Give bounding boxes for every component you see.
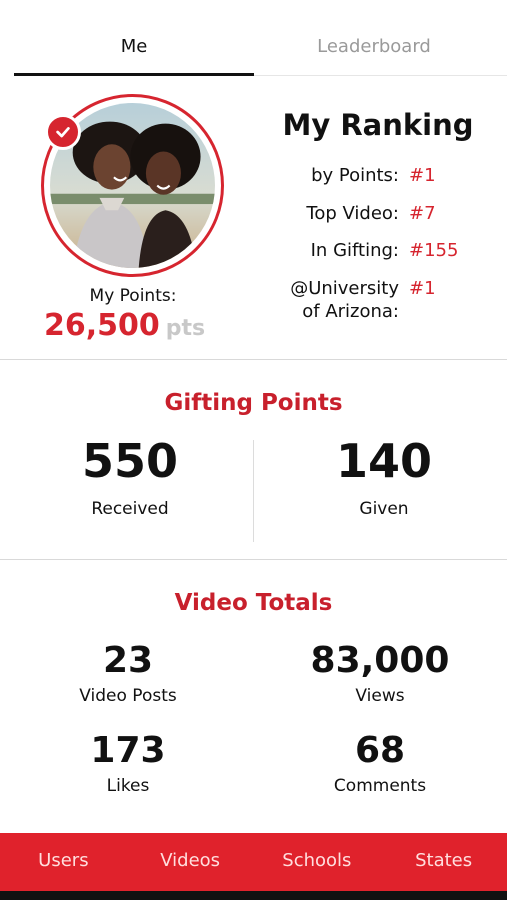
rank-label: by Points:: [311, 165, 399, 186]
points-number: 26,500: [44, 308, 160, 343]
rank-value: #1: [409, 278, 436, 299]
rank-row-university: @University of Arizona: #1: [250, 277, 500, 323]
points-unit: pts: [165, 316, 206, 341]
rank-label: @University of Arizona:: [250, 277, 399, 323]
likes-label: Likes: [106, 776, 150, 796]
my-points-value: 26,500 pts: [44, 308, 205, 343]
gifting-title: Gifting Points: [164, 390, 343, 416]
rank-label-line1: @University: [290, 278, 399, 299]
system-bottom-bar: [0, 891, 507, 900]
rank-label: Top Video:: [306, 203, 399, 224]
rank-value: #1: [409, 165, 436, 186]
given-value: 140: [335, 434, 433, 488]
tab-me[interactable]: Me: [14, 18, 254, 76]
ranking-title: My Ranking: [282, 108, 474, 142]
received-label: Received: [91, 499, 169, 519]
views-label: Views: [355, 686, 405, 706]
my-points-label: My Points:: [89, 286, 177, 306]
video-posts-label: Video Posts: [79, 686, 177, 706]
rank-value: #155: [409, 240, 459, 261]
bottom-nav: Users Videos Schools States: [0, 833, 507, 891]
verified-check-icon: [45, 114, 81, 150]
video-totals-section: Video Totals 23 Video Posts 83,000 Views…: [0, 560, 507, 832]
rank-value: #7: [409, 203, 436, 224]
rank-label: In Gifting:: [310, 240, 399, 261]
views-value: 83,000: [310, 640, 450, 681]
rank-label-line2: of Arizona:: [302, 301, 399, 322]
video-posts-value: 23: [102, 640, 154, 681]
video-totals-title: Video Totals: [174, 590, 333, 616]
comments-value: 68: [354, 730, 406, 771]
rank-row-gifting: In Gifting: #155: [250, 239, 500, 262]
rank-row-top-video: Top Video: #7: [250, 202, 500, 225]
received-value: 550: [81, 434, 179, 488]
comments-label: Comments: [333, 776, 427, 796]
rank-row-points: by Points: #1: [250, 164, 500, 187]
nav-states[interactable]: States: [380, 833, 507, 891]
top-tabs: Me Leaderboard: [14, 18, 507, 76]
nav-users[interactable]: Users: [0, 833, 127, 891]
tab-leaderboard[interactable]: Leaderboard: [254, 18, 494, 75]
divider: [253, 440, 254, 542]
profile-section: My Points: 26,500 pts My Ranking by Point…: [0, 76, 507, 360]
given-label: Given: [359, 499, 409, 519]
gifting-section: Gifting Points 550 Received 140 Given: [0, 360, 507, 560]
likes-value: 173: [90, 730, 166, 771]
nav-schools[interactable]: Schools: [254, 833, 381, 891]
nav-videos[interactable]: Videos: [127, 833, 254, 891]
